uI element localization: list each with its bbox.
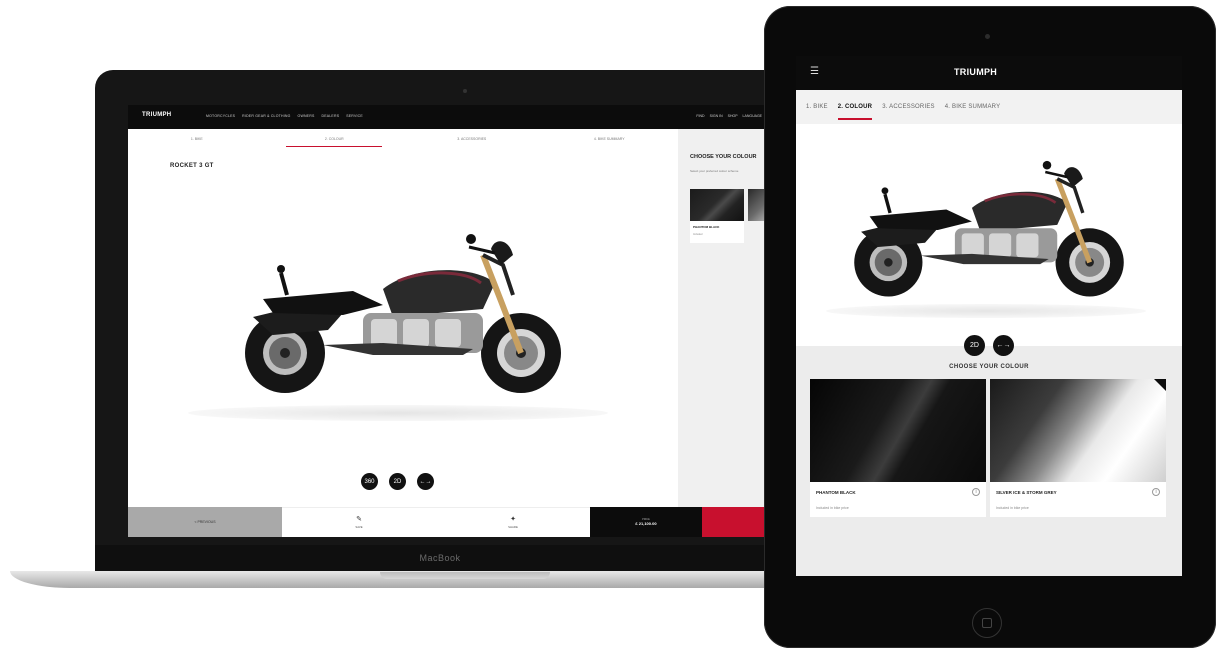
laptop-step-colour[interactable]: 2. COLOUR (266, 129, 404, 149)
nav-link-dealers[interactable]: DEALERS (321, 114, 339, 118)
selected-corner-marker (1154, 379, 1166, 391)
laptop-nav-right: FIND SIGN IN SHOP LANGUAGE (696, 114, 762, 118)
tablet-camera (985, 34, 990, 39)
nav-right-language[interactable]: LANGUAGE (743, 114, 762, 118)
nav-link-motorcycles[interactable]: MOTORCYCLES (206, 114, 235, 118)
colour-card-price: Included in bike price (816, 506, 849, 510)
share-icon: ✦ (510, 516, 516, 523)
tablet-screen: ☰ TRIUMPH 1. BIKE 2. COLOUR 3. ACCESSORI… (796, 56, 1182, 576)
colour-card-phantom-black[interactable]: PHANTOM BLACK i Included in bike price (810, 379, 986, 517)
previous-button[interactable]: < PREVIOUS (128, 507, 282, 537)
colour-card-name: PHANTOM BLACK (816, 490, 856, 495)
tablet-top-nav: ☰ TRIUMPH (796, 56, 1182, 90)
rotate-button[interactable]: ←→ (417, 473, 434, 490)
price-display: PRICE £ 21,100.00 (590, 507, 702, 537)
info-icon[interactable]: i (1152, 488, 1160, 496)
tablet-home-button[interactable] (972, 608, 1002, 638)
tablet-logo[interactable]: TRIUMPH (954, 67, 997, 77)
laptop-step-bike[interactable]: 1. BIKE (128, 129, 266, 149)
colour-swatch-image (810, 379, 986, 482)
laptop-brand-label: MacBook (419, 553, 461, 563)
info-icon[interactable]: i (972, 488, 980, 496)
tablet-motorcycle-image (854, 160, 1124, 297)
save-button[interactable]: ✎ SAVE (282, 507, 436, 537)
model-name: ROCKET 3 GT (170, 163, 214, 169)
laptop-chin: MacBook (95, 545, 785, 571)
colour-swatch-name: PHANTOM BLACK (693, 225, 720, 229)
tablet-step-summary[interactable]: 4. BIKE SUMMARY (945, 104, 1001, 110)
nav-right-shop[interactable]: SHOP (728, 114, 738, 118)
save-icon: ✎ (356, 516, 362, 523)
laptop-notch (380, 572, 550, 579)
bike-shadow (188, 405, 608, 421)
laptop-nav-links: MOTORCYCLES RIDER GEAR & CLOTHING OWNERS… (206, 114, 363, 118)
laptop-camera (463, 89, 467, 93)
tablet-colour-section: 2D ←→ CHOOSE YOUR COLOUR PHANTOM BLACK i… (796, 335, 1182, 576)
nav-link-owners[interactable]: OWNERS (298, 114, 315, 118)
nav-right-signin[interactable]: SIGN IN (710, 114, 723, 118)
next-button[interactable] (702, 507, 768, 537)
laptop-top-nav: TRIUMPH MOTORCYCLES RIDER GEAR & CLOTHIN… (128, 105, 768, 129)
laptop-logo[interactable]: TRIUMPH (142, 112, 171, 118)
home-icon (982, 618, 992, 628)
price-value: £ 21,100.00 (635, 521, 657, 526)
nav-link-gear[interactable]: RIDER GEAR & CLOTHING (242, 114, 290, 118)
tablet-step-tabs: 1. BIKE 2. COLOUR 3. ACCESSORIES 4. BIKE… (796, 90, 1182, 124)
menu-icon[interactable]: ☰ (810, 67, 819, 77)
colour-panel-subtitle: Select your preferred colour scheme (690, 169, 739, 173)
colour-swatch-price: Included (693, 233, 703, 236)
colour-swatch-card: PHANTOM BLACK Included (690, 221, 744, 243)
tablet-step-bike[interactable]: 1. BIKE (806, 104, 828, 110)
laptop-step-summary[interactable]: 4. BIKE SUMMARY (541, 129, 679, 149)
laptop-bottom-bar: < PREVIOUS ✎ SAVE ✦ SHARE PRICE £ 21,100… (128, 507, 768, 537)
tablet-rotate-button[interactable]: ←→ (993, 335, 1014, 356)
nav-right-find[interactable]: FIND (696, 114, 704, 118)
colour-card-silver-ice[interactable]: SILVER ICE & STORM GREY i Included in bi… (990, 379, 1166, 517)
view-2d-button[interactable]: 2D (389, 473, 406, 490)
colour-swatch-phantom-black[interactable] (690, 189, 744, 221)
tablet-view-controls: 2D ←→ (964, 335, 1014, 356)
motorcycle-image (245, 234, 561, 393)
laptop-view-controls: 360 2D ←→ (361, 473, 434, 490)
colour-card-name: SILVER ICE & STORM GREY (996, 490, 1057, 495)
colour-swatch-image (990, 379, 1166, 482)
colour-card-price: Included in bike price (996, 506, 1029, 510)
tablet-view-2d-button[interactable]: 2D (964, 335, 985, 356)
share-button[interactable]: ✦ SHARE (436, 507, 590, 537)
share-label: SHARE (508, 525, 518, 529)
tablet-colour-title: CHOOSE YOUR COLOUR (949, 364, 1029, 370)
laptop-screen: TRIUMPH MOTORCYCLES RIDER GEAR & CLOTHIN… (128, 105, 768, 537)
tablet-step-colour[interactable]: 2. COLOUR (837, 104, 873, 120)
colour-panel-title: CHOOSE YOUR COLOUR (690, 154, 757, 160)
laptop-colour-panel: CHOOSE YOUR COLOUR Select your preferred… (678, 129, 768, 507)
tablet-step-accessories[interactable]: 3. ACCESSORIES (882, 104, 935, 110)
save-label: SAVE (355, 525, 363, 529)
laptop-step-accessories[interactable]: 3. ACCESSORIES (403, 129, 541, 149)
nav-link-service[interactable]: SERVICE (346, 114, 363, 118)
view-360-button[interactable]: 360 (361, 473, 378, 490)
laptop-step-tabs: 1. BIKE 2. COLOUR 3. ACCESSORIES 4. BIKE… (128, 129, 678, 149)
